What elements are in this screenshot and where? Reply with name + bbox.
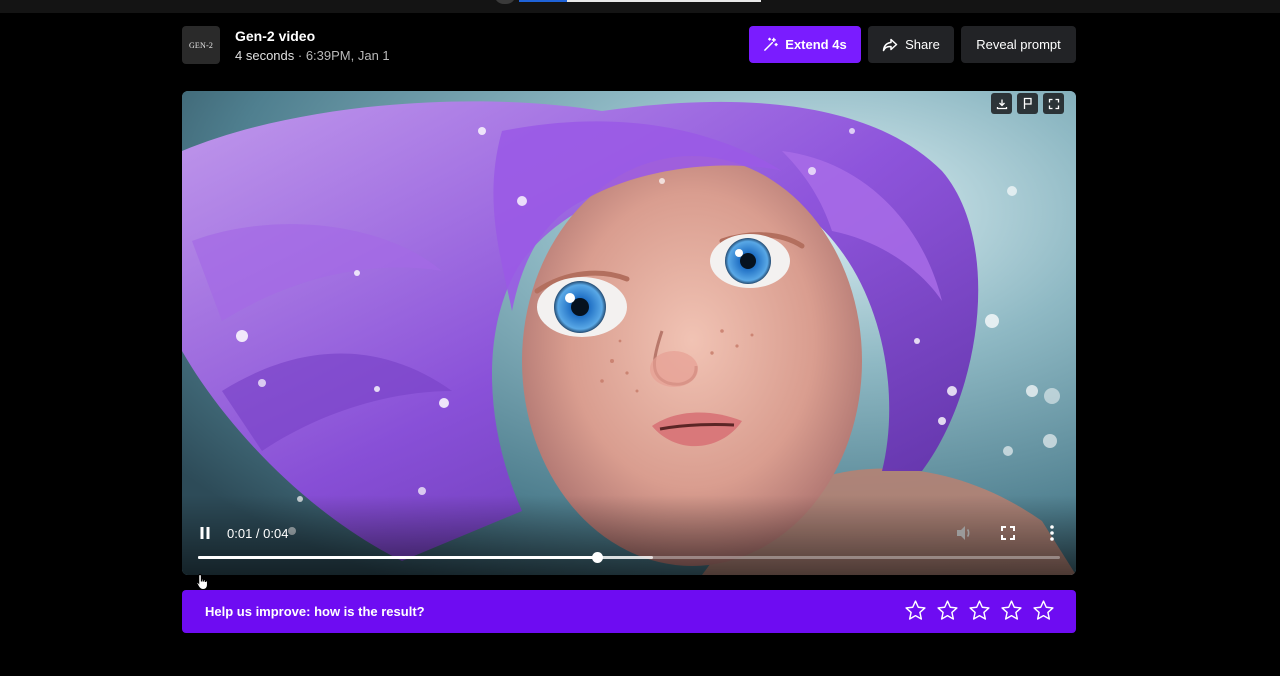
video-header: GEN-2 Gen-2 video 4 seconds · 6:39PM, Ja… bbox=[182, 26, 1076, 64]
video-frame bbox=[182, 91, 1076, 575]
video-meta: 4 seconds · 6:39PM, Jan 1 bbox=[235, 48, 390, 63]
more-vertical-icon bbox=[1050, 525, 1054, 541]
gen2-logo: GEN-2 bbox=[182, 26, 220, 64]
star-icon[interactable] bbox=[968, 599, 991, 622]
fullscreen-button[interactable] bbox=[997, 523, 1019, 543]
video-title: Gen-2 video bbox=[235, 28, 316, 44]
report-button[interactable] bbox=[1017, 93, 1038, 114]
meta-separator: · bbox=[294, 48, 306, 63]
hand-cursor-icon bbox=[196, 574, 208, 590]
fullscreen-icon bbox=[1001, 526, 1015, 540]
video-duration: 4 seconds bbox=[235, 48, 295, 63]
more-options-button[interactable] bbox=[1043, 523, 1061, 543]
video-player[interactable]: 0:01 / 0:04 bbox=[182, 91, 1076, 575]
share-arrow-icon bbox=[882, 38, 898, 51]
reveal-prompt-label: Reveal prompt bbox=[976, 37, 1061, 52]
seek-bar[interactable] bbox=[198, 552, 1060, 563]
loading-progress-track bbox=[519, 0, 761, 2]
pause-icon bbox=[200, 527, 210, 539]
seek-played bbox=[198, 556, 598, 559]
loading-progress-fill bbox=[519, 0, 568, 2]
extend-button[interactable]: Extend 4s bbox=[749, 26, 861, 63]
expand-icon bbox=[1048, 98, 1059, 109]
volume-icon bbox=[957, 526, 970, 540]
video-timestamp: 6:39PM, Jan 1 bbox=[305, 48, 390, 63]
loading-indicator-dot bbox=[494, 0, 516, 4]
player-overlay-actions bbox=[991, 93, 1064, 114]
star-icon[interactable] bbox=[1032, 599, 1055, 622]
top-loading-strip bbox=[0, 0, 1280, 13]
download-icon bbox=[996, 99, 1007, 109]
flag-icon bbox=[1023, 97, 1032, 109]
star-icon[interactable] bbox=[936, 599, 959, 622]
star-icon[interactable] bbox=[1000, 599, 1023, 622]
total-time: 0:04 bbox=[263, 526, 289, 541]
feedback-prompt: Help us improve: how is the result? bbox=[205, 604, 425, 619]
pause-button[interactable] bbox=[194, 521, 216, 545]
mute-button[interactable] bbox=[953, 523, 975, 543]
download-button[interactable] bbox=[991, 93, 1012, 114]
feedback-banner: Help us improve: how is the result? bbox=[182, 590, 1076, 633]
current-time: 0:01 bbox=[227, 526, 253, 541]
time-separator: / bbox=[252, 526, 264, 541]
playback-time: 0:01 / 0:04 bbox=[227, 526, 288, 541]
magic-wand-icon bbox=[764, 37, 779, 51]
expand-button[interactable] bbox=[1043, 93, 1064, 114]
share-button[interactable]: Share bbox=[868, 26, 954, 63]
star-rating bbox=[904, 599, 1055, 622]
extend-button-label: Extend 4s bbox=[785, 37, 847, 52]
star-icon[interactable] bbox=[904, 599, 927, 622]
share-button-label: Share bbox=[905, 37, 940, 52]
reveal-prompt-button[interactable]: Reveal prompt bbox=[961, 26, 1076, 63]
